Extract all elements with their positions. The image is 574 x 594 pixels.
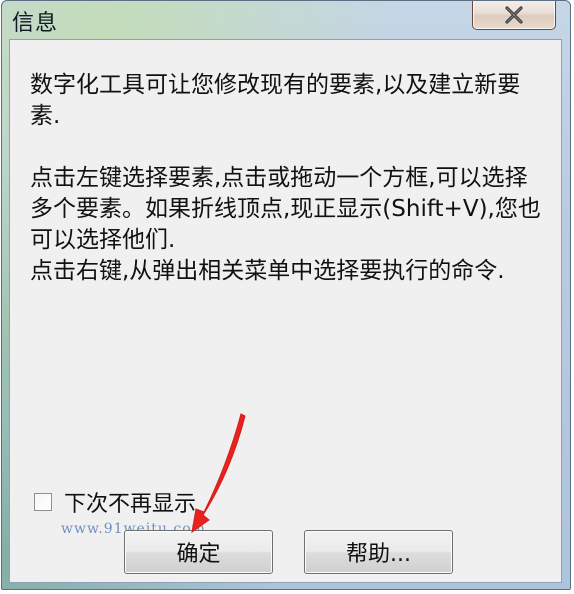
close-button[interactable] [472,1,556,30]
close-icon [473,1,555,29]
message-line: 多个要素。如果折线顶点,现正显示(Shift+V),您也 [30,196,541,222]
title-bar[interactable]: 信息 [2,1,570,39]
message-line: 素. [30,103,61,129]
message-line: 点击右键,从弹出相关菜单中选择要执行的命令. [30,258,505,284]
info-message: 数字化工具可让您修改现有的要素,以及建立新要 素. 点击左键选择要素,点击或拖动… [30,70,552,287]
screen: 信息 数字化工具可让您修改现有的要素,以及建立新要 素. 点击左键选择要素,点击… [0,0,574,594]
message-gap [30,132,552,163]
dialog-title: 信息 [12,11,59,36]
message-line: 可以选择他们. [30,227,176,253]
dont-show-again-checkbox[interactable] [34,493,52,511]
ok-button[interactable]: 确定 [124,530,273,574]
info-dialog: 信息 数字化工具可让您修改现有的要素,以及建立新要 素. 点击左键选择要素,点击… [1,0,571,590]
dialog-content: 数字化工具可让您修改现有的要素,以及建立新要 素. 点击左键选择要素,点击或拖动… [9,39,562,583]
message-line: 点击左键选择要素,点击或拖动一个方框,可以选择 [30,165,528,191]
message-line: 数字化工具可让您修改现有的要素,以及建立新要 [30,72,521,98]
help-button[interactable]: 帮助... [304,530,453,574]
dont-show-again-option[interactable]: 下次不再显示 [34,487,196,517]
dont-show-again-label[interactable]: 下次不再显示 [64,486,196,518]
